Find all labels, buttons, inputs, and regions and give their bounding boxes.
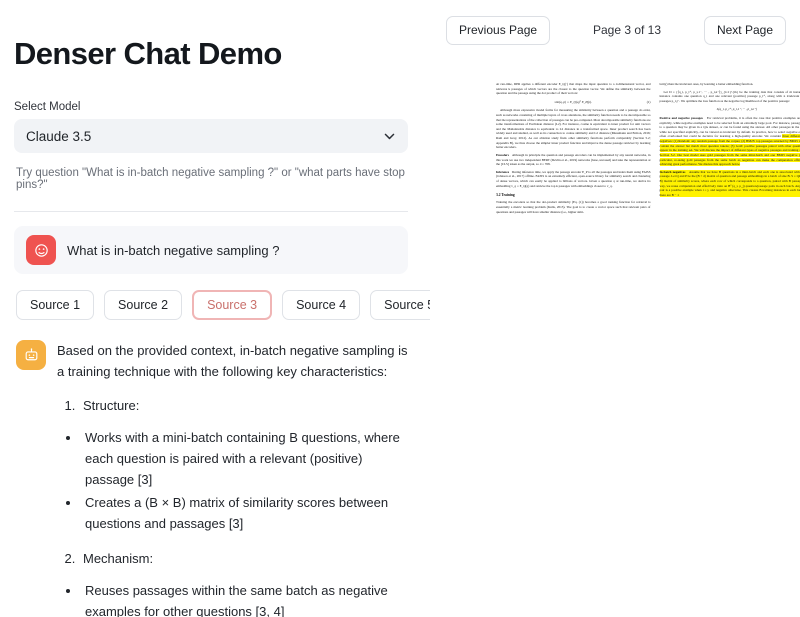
source-tab-2[interactable]: Source 2 (104, 290, 183, 320)
pdf-runin-encoders: Encoders Although in principle the quest… (496, 153, 651, 167)
pdf-runin-text: For retrieval problems, it is often the … (659, 116, 800, 167)
model-select-dropdown[interactable]: Claude 3.5 (14, 119, 408, 153)
answer-bullets-2: Reuses passages within the same batch as… (57, 580, 408, 617)
source-tab-1[interactable]: Source 1 (16, 290, 95, 320)
page-indicator: Page 3 of 13 (592, 23, 662, 37)
pdf-equation-text: L(q_i, p_i⁺, p_i,1⁻, ··· , p_i,n⁻) (716, 107, 757, 112)
pdf-runin-text: Although in principle the question and p… (496, 152, 651, 167)
user-message-text: What is in-batch negative sampling ? (67, 242, 280, 258)
robot-icon (16, 340, 46, 370)
pdf-paragraph: Training the encoders so that the dot-pr… (496, 200, 651, 214)
pdf-equation-2: L(q_i, p_i⁺, p_i,1⁻, ··· , p_i,n⁻) (2) (660, 107, 800, 112)
pdf-runin-head: In-batch negatives (659, 169, 686, 174)
pdf-paragraph: Although more expressive model forms for… (496, 108, 651, 150)
pdf-paragraph: At run-time, DPR applies a different enc… (496, 82, 651, 96)
answer-bullet: Creates a (B × B) matrix of similarity s… (81, 492, 408, 534)
pdf-equation-1: sim(q, p) = E_Q(q)ᵀ E_P(p). (1) (496, 100, 651, 105)
pdf-paragraph: Let D = {⟨q_i, p_i⁺, p_i,1⁻, ··· , p_i,n… (659, 89, 800, 103)
pdf-runin-text: During inference time, we apply the pass… (496, 169, 651, 188)
answer-section-heading-2: Mechanism: (79, 548, 408, 569)
user-message: What is in-batch negative sampling ? (14, 226, 408, 274)
pdf-highlight-negatives: three different types of negatives: (1) … (659, 134, 800, 167)
assistant-message: Based on the provided context, in-batch … (14, 340, 408, 617)
pdf-runin-positive-negative: Positive and negative passages For retri… (659, 116, 800, 167)
pdf-paragraph: larity) than the irrelevant ones, by lea… (659, 82, 754, 86)
answer-section-2: Mechanism: (57, 548, 408, 569)
model-select-label: Select Model (14, 101, 81, 113)
pdf-left-column: At run-time, DPR applies a different enc… (496, 82, 651, 217)
pdf-columns: At run-time, DPR applies a different enc… (486, 72, 800, 217)
source-tab-3[interactable]: Source 3 (192, 290, 273, 320)
chat-panel: Denser Chat Demo Select Model Claude 3.5… (0, 0, 430, 617)
next-page-button[interactable]: Next Page (703, 15, 786, 45)
previous-page-button[interactable]: Previous Page (446, 15, 551, 45)
answer-bullet: Reuses passages within the same batch as… (81, 580, 408, 617)
chevron-down-icon (383, 130, 396, 143)
page-title: Denser Chat Demo (14, 36, 282, 71)
answer-section-heading-1: Structure: (79, 395, 408, 416)
pdf-equation-number: (1) (646, 99, 651, 104)
pdf-runin-inference: Inference During inference time, we appl… (496, 170, 651, 188)
pdf-viewer-panel: Previous Page Page 3 of 13 Next Page At … (430, 0, 800, 617)
pdf-runin-text: Assume that we have B questions in a min… (659, 169, 800, 197)
pdf-runin-head: Positive and negative passages (659, 116, 703, 121)
answer-section-1: Structure: (57, 395, 408, 416)
pdf-runin-head: Inference (496, 169, 510, 174)
pdf-equation-text: sim(q, p) = E_Q(q)ᵀ E_P(p). (554, 99, 592, 104)
model-select-value: Claude 3.5 (26, 128, 92, 144)
divider (14, 211, 408, 212)
source-tab-5[interactable]: Source 5 (370, 290, 430, 320)
pdf-section-heading: 3.2 Training (496, 193, 515, 198)
source-tab-4[interactable]: Source 4 (282, 290, 361, 320)
pdf-toolbar: Previous Page Page 3 of 13 Next Page (430, 0, 800, 60)
answer-bullet: Works with a mini-batch containing B que… (81, 427, 408, 490)
example-question-hint: Try question "What is in-batch negative … (16, 167, 405, 191)
answer-intro: Based on the provided context, in-batch … (57, 343, 408, 380)
pdf-runin-head: Encoders (496, 152, 509, 157)
answer-bullets-1: Works with a mini-batch containing B que… (57, 427, 408, 534)
app-root: Denser Chat Demo Select Model Claude 3.5… (0, 0, 800, 617)
user-face-icon (26, 235, 56, 265)
pdf-right-column: larity) than the irrelevant ones, by lea… (659, 82, 800, 217)
pdf-page-canvas[interactable]: At run-time, DPR applies a different enc… (486, 72, 800, 617)
source-tabs: Source 1 Source 2 Source 3 Source 4 Sour… (14, 290, 430, 320)
pdf-highlight-in-batch-negatives: In-batch negatives Assume that we have B… (659, 169, 800, 198)
assistant-answer-body: Based on the provided context, in-batch … (57, 340, 408, 617)
